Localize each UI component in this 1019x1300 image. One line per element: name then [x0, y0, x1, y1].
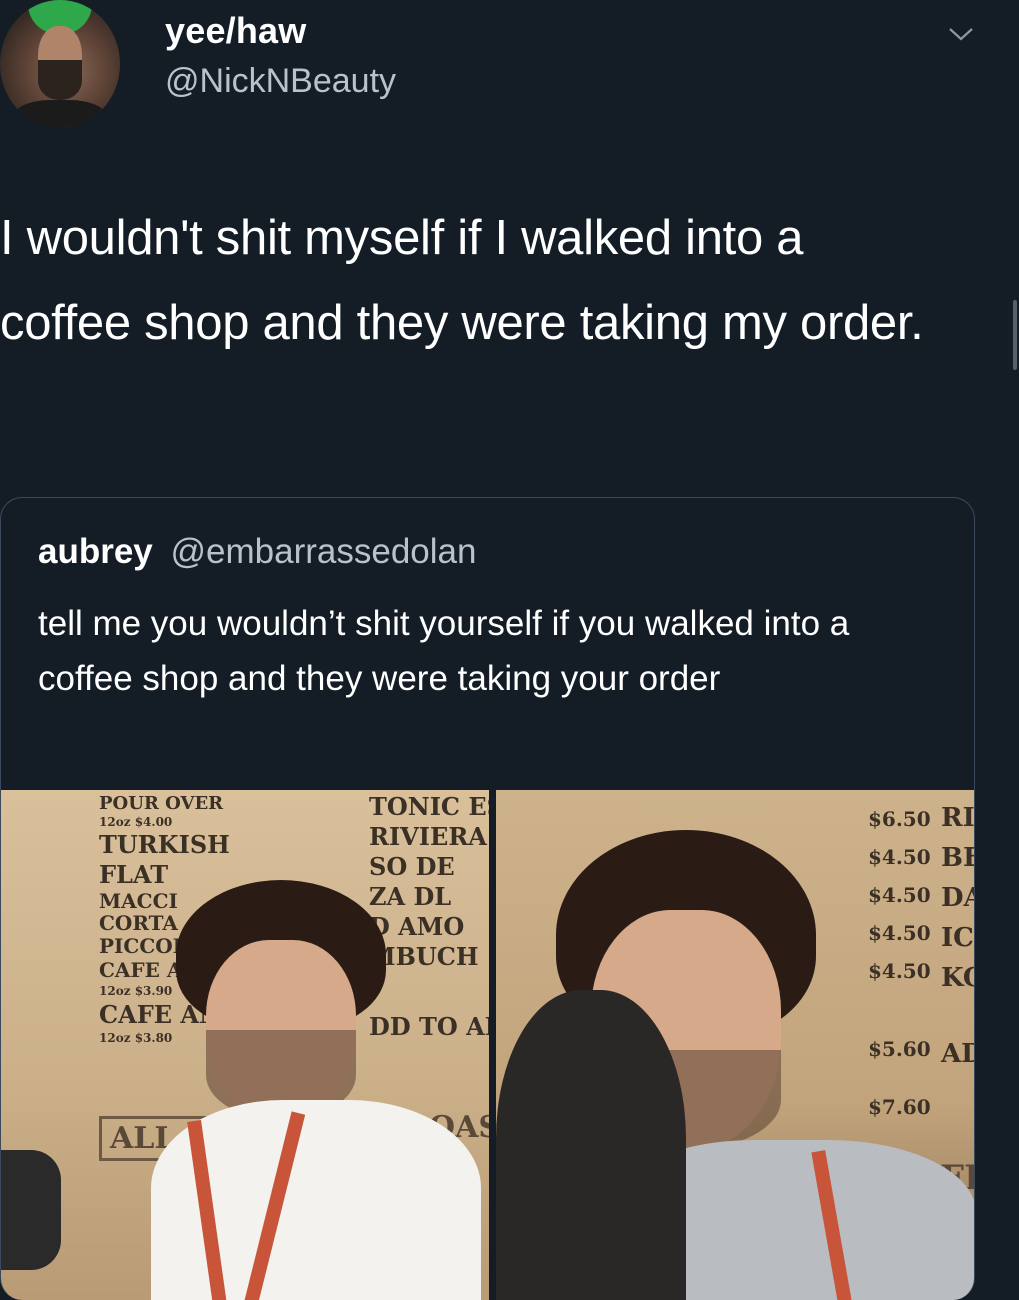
- quoted-tweet-text: tell me you wouldn’t shit yourself if yo…: [38, 604, 850, 698]
- espresso-machine: [1, 1150, 61, 1270]
- quoted-tweet-header: aubrey @embarrassedolan: [38, 532, 476, 572]
- quoted-user-handle: @embarrassedolan: [170, 532, 477, 571]
- price-list: $6.50 $4.50 $4.50 $4.50 $4.50 $5.60 $7.6…: [868, 800, 931, 1126]
- price: $6.50: [868, 807, 931, 831]
- foreground-shoulder: [496, 990, 686, 1300]
- menu-line: POUR OVER: [99, 793, 224, 814]
- menu-line: KO: [941, 963, 974, 993]
- media-photo-right[interactable]: $6.50 $4.50 $4.50 $4.50 $4.50 $5.60 $7.6…: [496, 790, 975, 1300]
- price: $5.60: [868, 1037, 931, 1061]
- menu-line: ZA DL: [369, 882, 452, 911]
- menu-line: RIVIERA: [369, 822, 487, 851]
- menu-line: AD: [941, 1039, 974, 1069]
- price: $4.50: [868, 883, 931, 907]
- menu-board-middle: TONIC ES RIVIERA SO DE ZA DL D AMO MBUCH…: [369, 792, 489, 1042]
- price: $4.50: [868, 845, 931, 869]
- display-name[interactable]: yee/haw: [165, 10, 306, 52]
- user-handle[interactable]: @NickNBeauty: [165, 62, 396, 101]
- menu-line: TONIC ES: [369, 792, 489, 821]
- menu-line: IC: [941, 923, 974, 953]
- menu-line: D AMO: [369, 912, 465, 941]
- quoted-tweet[interactable]: aubrey @embarrassedolan tell me you woul…: [0, 497, 975, 1300]
- price: $4.50: [868, 959, 931, 983]
- menu-line: 12oz $4.00: [99, 815, 173, 829]
- menu-line: FLAT: [99, 860, 169, 889]
- menu-line: TURKISH: [99, 830, 230, 859]
- menu-line: MBUCH: [369, 942, 479, 971]
- menu-line: SO DE: [369, 852, 455, 881]
- menu-board-right: RI BE DA IC KO AD: [941, 798, 975, 1074]
- quoted-display-name: aubrey: [38, 532, 153, 571]
- chevron-down-icon[interactable]: [948, 24, 974, 44]
- menu-line: RI: [941, 803, 975, 833]
- menu-line: DD TO AN: [369, 1012, 489, 1041]
- avatar-beard: [38, 60, 82, 100]
- menu-line: DA: [941, 883, 974, 913]
- avatar-shirt: [14, 100, 106, 128]
- price: $4.50: [868, 921, 931, 945]
- media-photo-left[interactable]: POUR OVER 12oz $4.00 TURKISH FLAT MACCI …: [1, 790, 489, 1300]
- menu-line: BE: [941, 843, 974, 873]
- avatar[interactable]: [0, 0, 120, 128]
- scrollbar[interactable]: [1013, 300, 1017, 370]
- price: $7.60: [868, 1095, 931, 1119]
- tweet-text: I wouldn't shit myself if I walked into …: [0, 211, 924, 350]
